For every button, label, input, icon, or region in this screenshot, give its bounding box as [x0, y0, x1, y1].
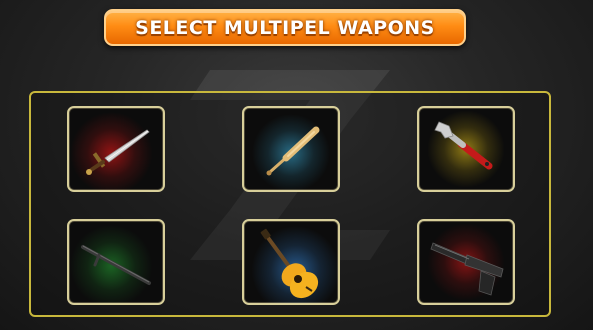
- baton-icon: [81, 245, 151, 285]
- weapon-slot-guitar[interactable]: [242, 219, 340, 305]
- weapon-slot-baseball-bat[interactable]: [242, 106, 340, 192]
- weapon-slot-sword[interactable]: [67, 106, 165, 192]
- baseball-bat-icon: [266, 126, 320, 176]
- sword-icon: [86, 129, 150, 175]
- weapon-slot-baton[interactable]: [67, 219, 165, 305]
- weapon-slot-wrench[interactable]: [417, 106, 515, 192]
- title-label: SELECT MULTIPEL WAPONS: [135, 16, 435, 39]
- weapon-slot-pistol[interactable]: [417, 219, 515, 305]
- pistol-icon: [430, 242, 504, 296]
- guitar-icon: [260, 228, 319, 299]
- weapon-selection-panel: [29, 91, 551, 317]
- select-weapons-title-button[interactable]: SELECT MULTIPEL WAPONS: [104, 9, 466, 46]
- wrench-icon: [434, 121, 493, 170]
